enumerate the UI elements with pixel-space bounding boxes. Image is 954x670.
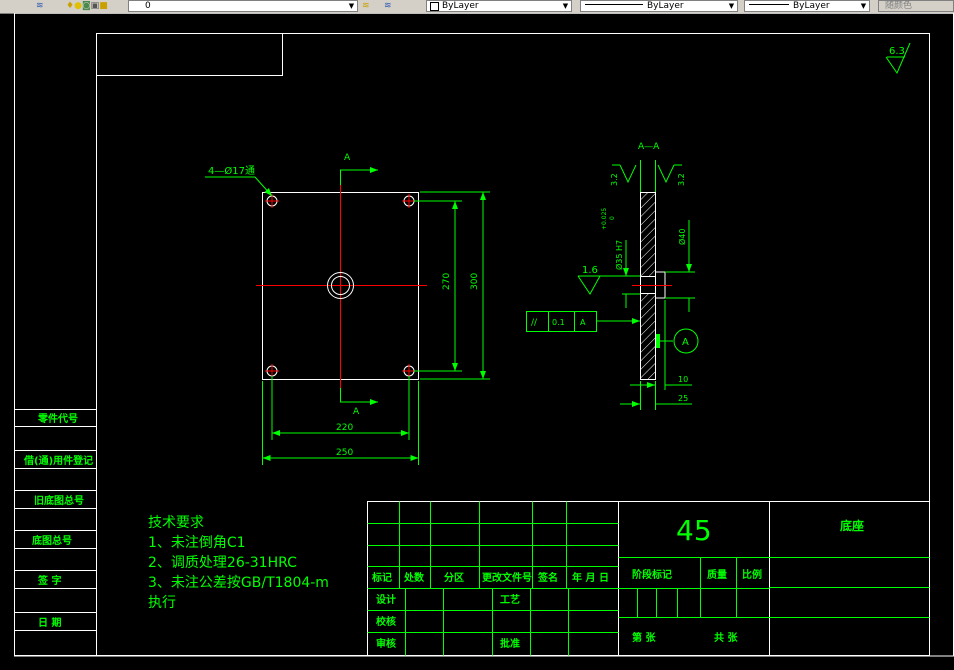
row-design: 设计 (376, 593, 396, 606)
layer-previous-icon[interactable]: ≋ (384, 0, 398, 13)
row-check: 校核 (376, 615, 396, 628)
color-dropdown[interactable]: ByLayer ▼ (426, 0, 572, 12)
roughness-local: 1.6 (582, 265, 598, 276)
roughness-value: 6.3 (889, 46, 905, 57)
stage-label: 阶段标记 (632, 568, 672, 581)
color-value: ByLayer (442, 1, 479, 11)
header-count: 处数 (403, 571, 425, 584)
header-zone: 分区 (444, 571, 464, 584)
linetype-sample (585, 3, 643, 5)
layer-value: 0 (145, 1, 151, 11)
tech-item-3-cont: 执行 (148, 595, 176, 611)
make-current-layer-icon[interactable]: ≋ (362, 0, 376, 13)
side-label-3: 旧底图总号 (34, 494, 84, 507)
roughness-right: 3.2 (677, 173, 686, 186)
header-sign: 签名 (537, 571, 558, 584)
dim-250: 250 (336, 448, 353, 458)
color-swatch (430, 2, 439, 11)
scale-label: 比例 (742, 568, 762, 581)
side-label-4: 底图总号 (32, 534, 72, 547)
gdt-symbol: // (531, 318, 538, 328)
dim-270: 270 (442, 273, 452, 290)
chevron-down-icon: ▼ (860, 2, 867, 10)
lineweight-dropdown[interactable]: ByLayer ▼ (744, 0, 870, 12)
chevron-down-icon: ▼ (728, 2, 735, 10)
row-review: 审核 (376, 637, 396, 650)
title-block: 45 底座 标记 处数 分区 更改文件号 签名 年 月 日 设计 校核 审核 工… (367, 501, 930, 656)
layer-dropdown[interactable]: 0 ▼ (128, 0, 358, 12)
tol-lower: 0 (609, 216, 616, 220)
row-approve: 批准 (500, 637, 520, 650)
corner-box (96, 33, 283, 76)
lineweight-sample (749, 3, 789, 5)
side-label-2: 借(通)用件登记 (23, 454, 93, 467)
roughness-left: 3.2 (610, 173, 619, 186)
layer-manager-icon[interactable]: ≋ (36, 0, 50, 13)
drawing-canvas[interactable]: 6.3 A A 4—Ø17通 270 300 220 250 A—A 3.2 3… (0, 13, 954, 670)
side-label-5: 签 字 (37, 574, 61, 587)
material: 45 (676, 514, 712, 547)
weight-label: 质量 (707, 568, 727, 581)
section-title: A—A (638, 142, 660, 152)
section-mark-bottom: A (353, 407, 360, 417)
datum-a-symbol: A (656, 328, 699, 354)
gdt-datum: A (580, 318, 586, 327)
header-docno: 更改文件号 (482, 571, 532, 584)
dim-220: 220 (336, 423, 353, 433)
layer-state-icons[interactable]: ♦●◙▣■ (66, 0, 126, 13)
header-mark: 标记 (371, 571, 392, 584)
chevron-down-icon: ▼ (562, 2, 569, 10)
properties-toolbar: ≋ ♦●◙▣■ 0 ▼ ≋ ≋ ByLayer ▼ ByLayer ▼ ByLa… (0, 0, 954, 14)
plotstyle-value: 随颜色 (885, 1, 913, 11)
side-label-6: 日 期 (38, 616, 61, 629)
row-process: 工艺 (500, 593, 520, 606)
linetype-dropdown[interactable]: ByLayer ▼ (580, 0, 738, 12)
linetype-value: ByLayer (647, 1, 684, 11)
sheet-no: 第 张 (632, 631, 656, 644)
side-column: 零件代号 借(通)用件登记 旧底图总号 底图总号 签 字 日 期 (14, 409, 97, 656)
section-mark-top: A (344, 153, 351, 163)
chevron-down-icon: ▼ (348, 2, 355, 10)
header-date: 年 月 日 (572, 571, 609, 584)
tech-requirements: 技术要求 1、未注倒角C1 2、调质处理26-31HRC 3、未注公差按GB/T… (148, 515, 329, 611)
tol-upper: +0.025 (601, 208, 608, 230)
part-name: 底座 (840, 518, 864, 533)
side-label-1: 零件代号 (37, 412, 78, 425)
tech-item-3: 3、未注公差按GB/T1804-m (148, 575, 329, 591)
dim-300: 300 (470, 273, 480, 290)
tech-item-1: 1、未注倒角C1 (148, 535, 246, 551)
sheets-total: 共 张 (714, 631, 738, 644)
hole-callout: 4—Ø17通 (208, 165, 255, 177)
datum-letter: A (682, 337, 689, 348)
lineweight-value: ByLayer (793, 1, 830, 11)
section-view: A—A 3.2 3.2 Ø35 H7 +0.025 0 Ø40 1.6 // 0… (526, 142, 699, 410)
gdt-value: 0.1 (552, 318, 565, 327)
tech-title: 技术要求 (148, 515, 204, 531)
dim-bore: Ø35 H7 (614, 240, 624, 270)
dim-40: Ø40 (677, 229, 687, 245)
dim-10: 10 (678, 375, 688, 384)
gdt-frame: // 0.1 A (526, 311, 640, 332)
plotstyle-dropdown[interactable]: 随颜色 (878, 0, 954, 12)
dim-25: 25 (678, 394, 688, 403)
roughness-symbol-main: 6.3 (885, 42, 911, 75)
tech-item-2: 2、调质处理26-31HRC (148, 555, 297, 571)
plan-view: A A 4—Ø17通 270 300 220 250 (205, 153, 490, 465)
